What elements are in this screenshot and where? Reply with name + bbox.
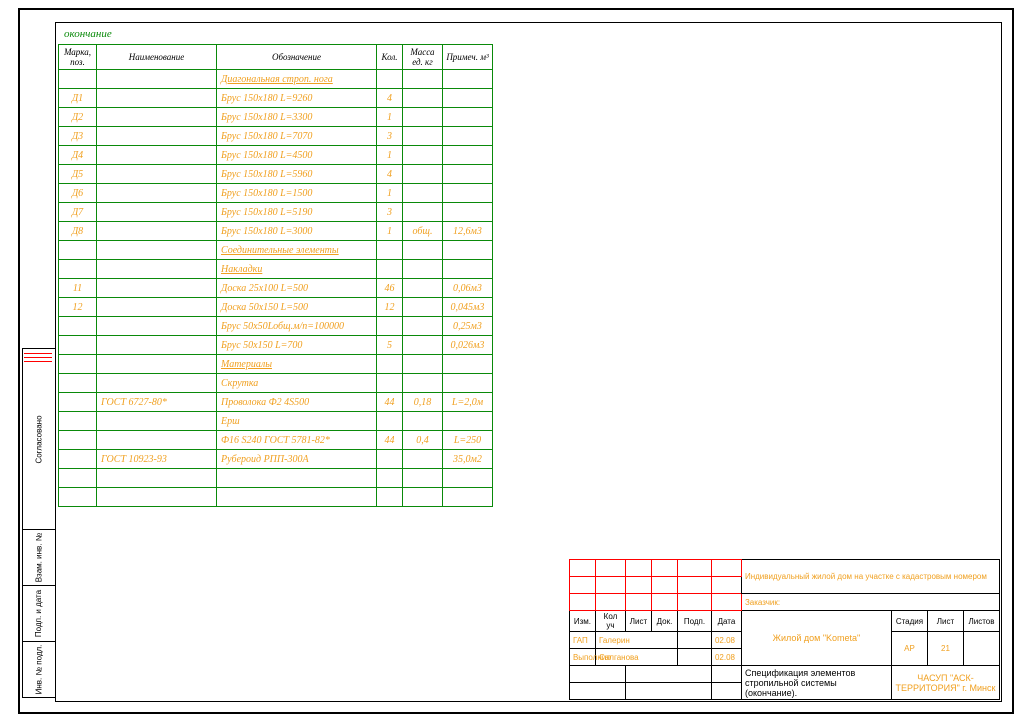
table-row: Д1Брус 150х180 L=92604 — [59, 89, 493, 108]
table-row: Скрутка — [59, 374, 493, 393]
red-guides — [24, 350, 52, 365]
tb-stage: АР — [891, 632, 927, 666]
hdr-qty: Кол. — [377, 45, 403, 70]
tb-role0-sign — [677, 632, 711, 649]
table-row: Материалы — [59, 355, 493, 374]
tb-h-date: Дата — [711, 611, 741, 632]
tb-h-doc: Док. — [651, 611, 677, 632]
tb-role0-date: 02.08 — [711, 632, 741, 649]
tb-h-kol: Кол уч — [595, 611, 625, 632]
table-row: 11Доска 25х100 L=500460,06м3 — [59, 279, 493, 298]
table-row: Д5Брус 150х180 L=59604 — [59, 165, 493, 184]
table-row: Брус 50х150 L=70050,026м3 — [59, 336, 493, 355]
table-row: Накладки — [59, 260, 493, 279]
side-agree: Согласовано — [35, 415, 44, 463]
table-row: Д7Брус 150х180 L=51903 — [59, 203, 493, 222]
tb-client: Заказчик: — [741, 594, 999, 611]
table-row: Д3Брус 150х180 L=70703 — [59, 127, 493, 146]
tb-sheet: 21 — [927, 632, 963, 666]
tb-sheets — [963, 632, 999, 666]
side-stamp-strip: Согласовано Взам. инв. № Подп. и дата Ин… — [22, 348, 56, 698]
table-row: Диагональная строп. нога — [59, 70, 493, 89]
table-row: ГОСТ 10923-93Рубероид РПП-300А35,0м2 — [59, 450, 493, 469]
tb-company: ЧАСУП "АСК-ТЕРРИТОРИЯ" г. Минск — [891, 666, 999, 700]
tb-h-stage: Стадия — [891, 611, 927, 632]
table-row: Д6Брус 150х180 L=15001 — [59, 184, 493, 203]
tb-h-sheets: Листов — [963, 611, 999, 632]
hdr-note: Примеч. м³ — [443, 45, 493, 70]
table-row: Д2Брус 150х180 L=33001 — [59, 108, 493, 127]
tb-object: Жилой дом "Kometa" — [741, 611, 891, 666]
tb-h-sign: Подп. — [677, 611, 711, 632]
tb-h-sheet: Лист — [927, 611, 963, 632]
tb-role1-date: 02.08 — [711, 649, 741, 666]
table-row — [59, 469, 493, 488]
tb-h-izm: Изм. — [569, 611, 595, 632]
tb-h-list: Лист — [625, 611, 651, 632]
spec-table: Марка, поз. Наименование Обозначение Кол… — [58, 44, 493, 507]
tb-role1: Выполнил — [569, 649, 595, 666]
table-row: Д4Брус 150х180 L=45001 — [59, 146, 493, 165]
tb-role0-name: Галерин — [595, 632, 677, 649]
hdr-name: Наименование — [97, 45, 217, 70]
tb-role1-sign — [677, 649, 711, 666]
side-sign: Подп. и дата — [35, 590, 44, 637]
title-block: Индивидуальный жилой дом на участке с ка… — [569, 559, 1000, 700]
table-row: Ерш — [59, 412, 493, 431]
tb-desc: Спецификация элементов стропильной систе… — [741, 666, 891, 700]
table-row: Соединительные элементы — [59, 241, 493, 260]
hdr-design: Обозначение — [217, 45, 377, 70]
tb-role1-name: Салганова — [595, 649, 677, 666]
table-row: ГОСТ 6727-80*Проволока Ф2 4S500440,18L=2… — [59, 393, 493, 412]
hdr-mass: Масса ед. кг — [403, 45, 443, 70]
table-row: 12Доска 50х150 L=500120,045м3 — [59, 298, 493, 317]
table-row: Ф16 S240 ГОСТ 5781-82*440,4L=250 — [59, 431, 493, 450]
table-row — [59, 488, 493, 507]
hdr-mark: Марка, поз. — [59, 45, 97, 70]
tb-role0: ГАП — [569, 632, 595, 649]
side-orig: Инв. № подл. — [35, 645, 44, 695]
table-row: Брус 50х50Lобщ.м/п=1000000,25м3 — [59, 317, 493, 336]
side-inv: Взам. инв. № — [35, 533, 44, 583]
tb-project: Индивидуальный жилой дом на участке с ка… — [741, 560, 999, 594]
continuation-label: окончание — [64, 28, 112, 40]
table-row: Д8Брус 150х180 L=30001общ.12,6м3 — [59, 222, 493, 241]
